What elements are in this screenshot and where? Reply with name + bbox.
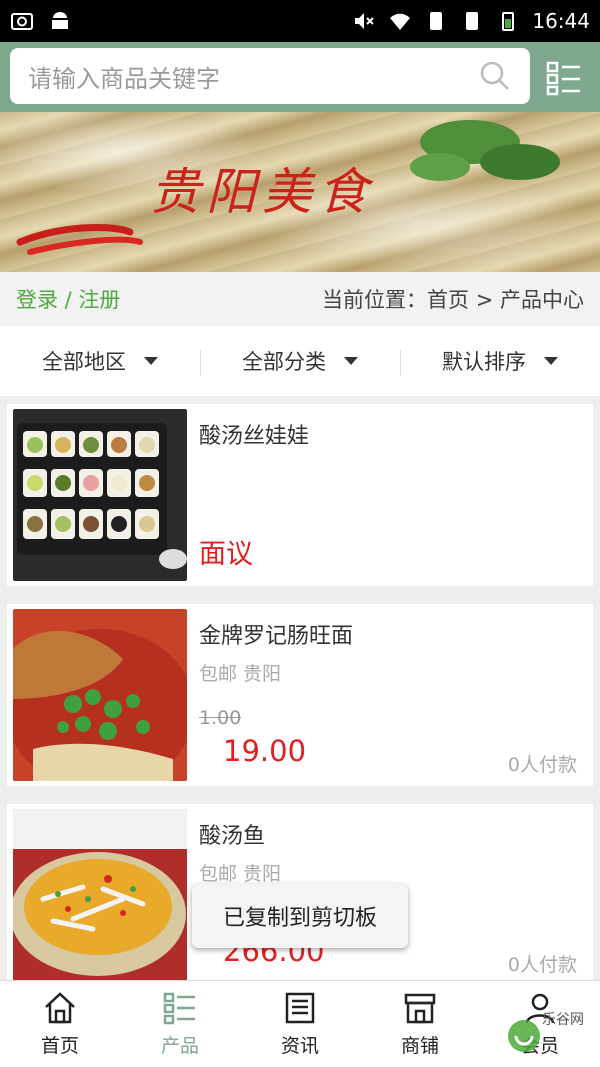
- product-sold-count: 0人付款: [507, 954, 577, 976]
- dropdown-arrow-icon: [344, 357, 358, 365]
- nav-news-label: 资讯: [280, 1034, 319, 1057]
- product-location: 包邮 贵阳: [199, 663, 282, 685]
- product-image: [13, 409, 187, 581]
- login-register-link[interactable]: 登录 / 注册: [16, 284, 120, 314]
- product-price: 19.00: [223, 734, 307, 768]
- dropdown-arrow-icon: [144, 357, 158, 365]
- filter-sort-label: 默认排序: [442, 350, 526, 374]
- news-icon: [285, 992, 315, 1023]
- nav-products-label: 产品: [160, 1034, 199, 1057]
- battery-icon: [502, 12, 515, 31]
- product-image: [13, 609, 187, 781]
- shop-icon: [404, 993, 436, 1023]
- product-card[interactable]: 金牌罗记肠旺面 包邮 贵阳 1.00 19.00 0人付款: [7, 604, 593, 786]
- product-name: 金牌罗记肠旺面: [199, 624, 354, 649]
- watermark-text: 乐谷网: [542, 1012, 584, 1028]
- banner-title: 贵阳美食: [150, 163, 374, 221]
- nav-products[interactable]: 产品: [120, 981, 240, 1067]
- sim2-icon: [466, 12, 479, 30]
- sim-icon: [430, 12, 443, 30]
- filter-region-label: 全部地区: [42, 350, 126, 374]
- list-icon: [163, 992, 195, 1024]
- category-menu-icon[interactable]: [546, 60, 582, 96]
- nav-home[interactable]: 首页: [0, 981, 120, 1067]
- product-image: [13, 809, 187, 981]
- dropdown-arrow-icon: [544, 357, 558, 365]
- filter-category-label: 全部分类: [242, 350, 326, 374]
- toast-message: 已复制到剪切板: [192, 884, 408, 948]
- product-location: 包邮 贵阳: [199, 863, 282, 885]
- nav-home-label: 首页: [40, 1034, 79, 1057]
- product-price: 面议: [199, 539, 253, 570]
- screenshot-icon: [11, 13, 33, 30]
- watermark-logo: 乐谷网: [502, 998, 594, 1058]
- breadcrumb-row: 登录 / 注册 当前位置：首页 > 产品中心: [0, 272, 600, 326]
- header: 请输入商品关键字: [0, 42, 600, 112]
- product-name: 酸汤丝娃娃: [199, 424, 310, 449]
- mute-icon: [355, 13, 375, 29]
- wifi-icon: [390, 13, 411, 30]
- search-bar[interactable]: 请输入商品关键字: [10, 48, 530, 104]
- filter-sort[interactable]: 默认排序: [400, 346, 600, 376]
- nav-shop[interactable]: 商铺: [360, 981, 480, 1067]
- status-bar: 16:44: [0, 0, 600, 42]
- banner[interactable]: 贵阳美食: [0, 112, 600, 272]
- home-icon: [45, 991, 75, 1023]
- product-sold-count: 0人付款: [507, 754, 577, 776]
- nav-shop-label: 商铺: [400, 1034, 439, 1057]
- filter-region[interactable]: 全部地区: [0, 346, 200, 376]
- filter-bar: 全部地区 全部分类 默认排序: [0, 326, 600, 396]
- nav-news[interactable]: 资讯: [240, 981, 360, 1067]
- product-original-price: 1.00: [199, 707, 242, 729]
- clock: 16:44: [532, 9, 590, 33]
- product-name: 酸汤鱼: [199, 824, 266, 849]
- breadcrumb: 当前位置：首页 > 产品中心: [322, 288, 584, 312]
- product-card[interactable]: 酸汤丝娃娃 面议: [7, 404, 593, 586]
- android-icon: [52, 12, 68, 29]
- filter-category[interactable]: 全部分类: [200, 346, 400, 376]
- search-icon[interactable]: [478, 59, 512, 93]
- search-input[interactable]: 请输入商品关键字: [28, 59, 478, 94]
